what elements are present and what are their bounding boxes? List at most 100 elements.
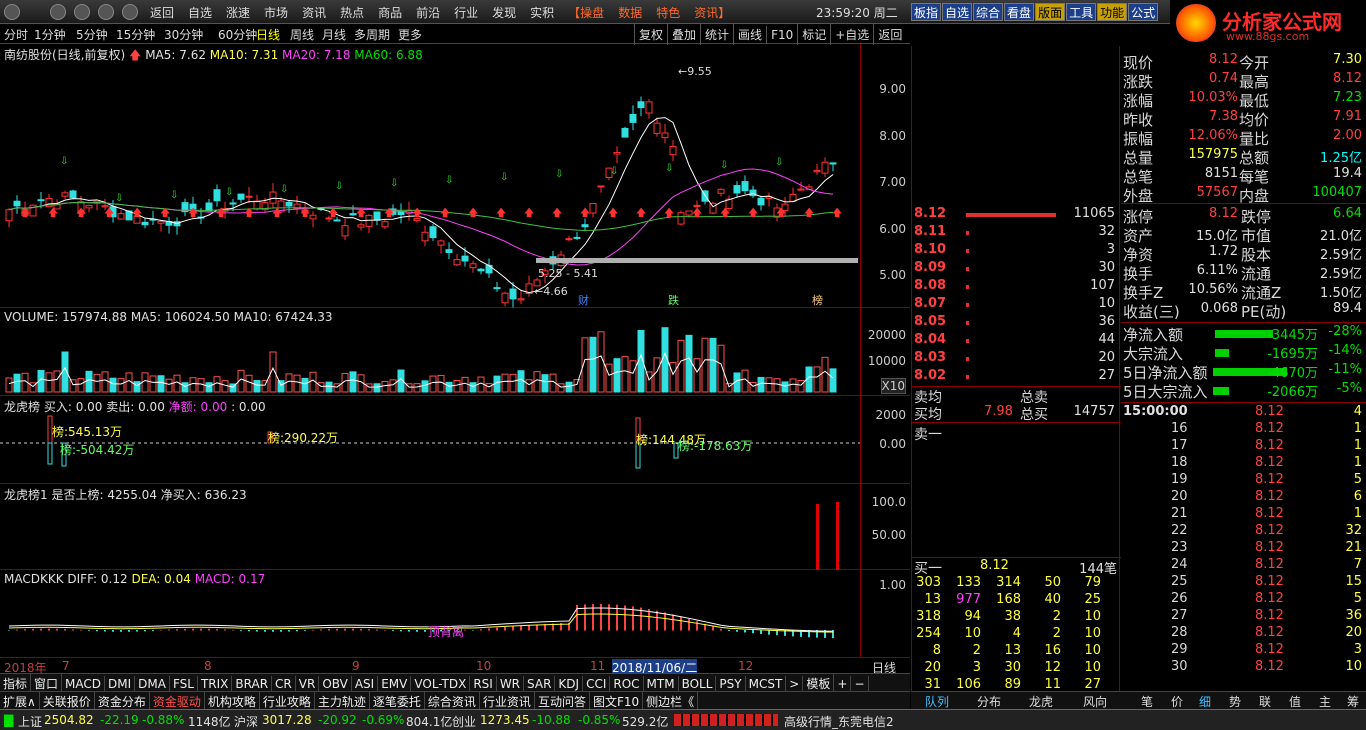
right-tab[interactable]: 工具 — [1066, 3, 1097, 21]
top-nav-item[interactable]: 实积 — [530, 6, 554, 20]
macd-bar — [224, 629, 226, 631]
indicator-tab[interactable]: CCI — [583, 676, 611, 692]
top-nav-item[interactable]: 特色 — [656, 6, 680, 20]
chart-button[interactable]: F10 — [766, 26, 797, 44]
indicator-tab[interactable]: BOLL — [679, 676, 717, 692]
indicator-tab[interactable]: + — [834, 676, 852, 692]
side-tab[interactable]: 龙虎 — [1029, 693, 1053, 710]
chart-button[interactable]: 统计 — [700, 24, 733, 45]
top-nav-item[interactable]: 市场 — [264, 6, 288, 20]
top-nav-item[interactable]: 热点 — [340, 6, 364, 20]
top-nav-item[interactable]: 返回 — [150, 6, 174, 20]
indicator-tab[interactable]: CR — [272, 676, 296, 692]
down-icon[interactable] — [122, 4, 138, 20]
indicator-tab[interactable]: TRIX — [198, 676, 233, 692]
chart-button[interactable]: 复权 — [634, 24, 667, 45]
indicator-tab[interactable]: WR — [497, 676, 525, 692]
volume-bar — [966, 375, 969, 379]
indicator-tab[interactable]: ROC — [610, 676, 644, 692]
chart-button[interactable]: +自选 — [830, 24, 873, 45]
side-tab[interactable]: 风向 — [1083, 693, 1107, 710]
indicator-tab[interactable]: ASI — [352, 676, 379, 692]
buy-arrow-icon: 🡅 — [188, 207, 198, 219]
period-tab[interactable]: 多周期 — [354, 26, 390, 43]
cy-label[interactable]: 创业 — [452, 713, 476, 730]
indicator-tab[interactable]: DMA — [135, 676, 170, 692]
lhb-panel[interactable]: 龙虎榜 买入: 0.00 卖出: 0.00 净额: 0.00 : 0.00 榜:… — [0, 396, 910, 484]
top-nav-item[interactable]: 涨速 — [226, 6, 250, 20]
candle-panel[interactable]: 南纺股份(日线,前复权) 🡅 MA5: 7.62 MA10: 7.31 MA20… — [0, 44, 910, 308]
chart-button[interactable]: 返回 — [873, 24, 906, 45]
period-tab[interactable]: 周线 — [290, 26, 314, 43]
indicator-tab[interactable]: OBV — [319, 676, 352, 692]
volume-bar — [149, 375, 157, 393]
side-tab[interactable]: 主 — [1319, 693, 1331, 710]
side-tab[interactable]: 势 — [1229, 693, 1241, 710]
top-nav-item[interactable]: 资讯 — [302, 6, 326, 20]
top-nav-item[interactable]: 数据 — [618, 6, 642, 20]
side-tab[interactable]: 队列 — [925, 693, 949, 710]
forward-icon[interactable] — [74, 4, 90, 20]
top-nav-item[interactable]: 发现 — [492, 6, 516, 20]
period-tab[interactable]: 15分钟 — [116, 26, 155, 43]
side-tab[interactable]: 筹 — [1347, 693, 1359, 710]
indicator-tab[interactable]: DMI — [105, 676, 136, 692]
volume-panel[interactable]: VOLUME: 157974.88 MA5: 106024.50 MA10: 6… — [0, 308, 910, 396]
side-tab[interactable]: 价 — [1171, 693, 1183, 710]
right-tab[interactable]: 功能 — [1097, 3, 1128, 21]
period-tab[interactable]: 60分钟 — [218, 26, 257, 43]
right-tab[interactable]: 版面 — [1035, 3, 1066, 21]
period-tab[interactable]: 1分钟 — [34, 26, 66, 43]
sh-label[interactable]: 上证 — [18, 713, 42, 730]
top-nav-item[interactable]: 【操盘 — [568, 6, 604, 20]
indicator-tab[interactable]: SAR — [524, 676, 556, 692]
indicator-tab[interactable]: KDJ — [555, 676, 584, 692]
indicator-tab[interactable]: VOL-TDX — [411, 676, 471, 692]
top-nav-item[interactable]: 资讯】 — [694, 6, 730, 20]
indicator-tab[interactable]: MACD — [62, 676, 106, 692]
up-icon[interactable] — [98, 4, 114, 20]
indicator-tab[interactable]: PSY — [716, 676, 746, 692]
side-tab[interactable]: 联 — [1259, 693, 1271, 710]
back-icon[interactable] — [50, 4, 66, 20]
period-tab[interactable]: 月线 — [322, 26, 346, 43]
lhb1-panel[interactable]: 龙虎榜1 是否上榜: 4255.04 净买入: 636.23 100.0 50.… — [0, 484, 910, 570]
sell-price: 8.03 — [914, 350, 947, 365]
chart-button[interactable]: 叠加 — [667, 24, 700, 45]
right-tab[interactable]: 公式 — [1128, 3, 1159, 21]
indicator-tab[interactable]: VR — [296, 676, 320, 692]
indicator-tab[interactable]: − — [851, 676, 869, 692]
side-tab[interactable]: 细 — [1199, 693, 1211, 710]
indicator-tab[interactable]: RSI — [470, 676, 497, 692]
period-tab[interactable]: 日线 — [256, 26, 280, 43]
top-nav-item[interactable]: 自选 — [188, 6, 212, 20]
chart-button[interactable]: 标记 — [797, 24, 830, 45]
tick-time: 16 — [1171, 421, 1188, 436]
top-nav-item[interactable]: 商品 — [378, 6, 402, 20]
period-tab[interactable]: 30分钟 — [164, 26, 203, 43]
period-tab[interactable]: 分时 — [4, 26, 28, 43]
indicator-tab[interactable]: FSL — [170, 676, 198, 692]
right-tab[interactable]: 综合 — [973, 3, 1004, 21]
side-tab[interactable]: 笔 — [1141, 693, 1153, 710]
indicator-tab[interactable]: BRAR — [232, 676, 273, 692]
indicator-tab[interactable]: MTM — [644, 676, 679, 692]
connection-status[interactable]: 高级行情_东莞电信2 — [784, 713, 894, 730]
right-tab[interactable]: 板指 — [911, 3, 942, 21]
sell-arrow-icon: ⇩ — [390, 178, 398, 189]
app-menu-icon[interactable] — [4, 4, 20, 20]
side-tab[interactable]: 值 — [1289, 693, 1301, 710]
right-tab[interactable]: 自选 — [942, 3, 973, 21]
indicator-tab[interactable]: > — [786, 676, 804, 692]
sz-label[interactable]: 沪深 — [234, 713, 258, 730]
chart-button[interactable]: 画线 — [733, 24, 766, 45]
top-nav-item[interactable]: 前沿 — [416, 6, 440, 20]
top-nav-item[interactable]: 行业 — [454, 6, 478, 20]
side-tab[interactable]: 分布 — [977, 693, 1001, 710]
indicator-tab[interactable]: EMV — [378, 676, 412, 692]
right-tab[interactable]: 看盘 — [1004, 3, 1035, 21]
macd-panel[interactable]: MACDKKK DIFF: 0.12 DEA: 0.04 MACD: 0.17 … — [0, 570, 910, 657]
period-tab[interactable]: 更多 — [398, 26, 422, 43]
period-tab[interactable]: 5分钟 — [76, 26, 108, 43]
indicator-tab[interactable]: MCST — [746, 676, 787, 692]
